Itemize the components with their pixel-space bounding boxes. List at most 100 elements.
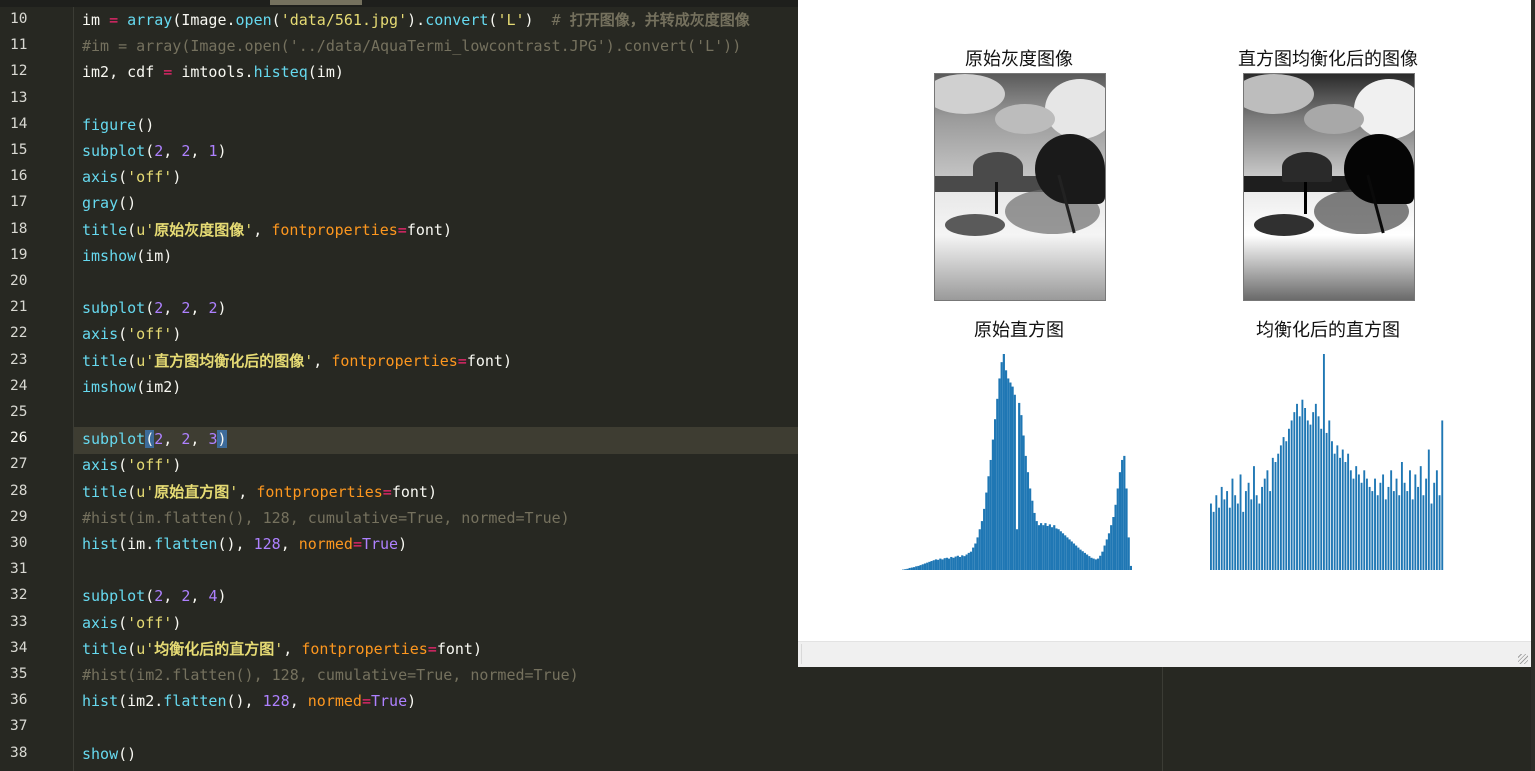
histogram-bar — [1129, 565, 1132, 570]
histogram-bar — [1083, 552, 1086, 570]
code-token: 原始直方图 — [154, 482, 230, 501]
histogram-bar — [1411, 499, 1414, 570]
code-token: ) — [172, 456, 182, 475]
code-token: ) — [407, 692, 417, 711]
code-line[interactable]: axis('off') — [82, 321, 181, 347]
code-token: 128 — [253, 535, 281, 553]
code-token: ' — [274, 639, 284, 658]
code-token: ( — [118, 456, 128, 475]
code-line[interactable]: hist(im2.flatten(), 128, normed=True) — [82, 688, 416, 714]
code-line[interactable]: title(u'原始直方图', fontproperties=font) — [82, 479, 437, 505]
histogram-bar — [1053, 525, 1056, 570]
code-line[interactable]: #hist(im.flatten(), 128, cumulative=True… — [82, 505, 570, 531]
code-line[interactable]: subplot(2, 2, 2) — [82, 295, 227, 321]
code-token: ). — [407, 11, 426, 29]
code-token: () — [136, 115, 155, 134]
histogram-bar — [1371, 491, 1374, 570]
code-line[interactable]: axis('off') — [82, 610, 181, 636]
code-token: ' — [229, 482, 239, 501]
histogram-bar — [1099, 555, 1102, 570]
histogram-bar — [1037, 525, 1040, 570]
code-token: ) — [524, 11, 552, 29]
code-token: histeq — [253, 63, 308, 82]
code-line[interactable]: title(u'原始灰度图像', fontproperties=font) — [82, 217, 452, 243]
histogram-bar — [923, 563, 927, 570]
code-line[interactable]: #hist(im2.flatten(), 128, cumulative=Tru… — [82, 662, 579, 688]
histogram-bar — [972, 547, 975, 570]
code-line[interactable]: im2, cdf = imtools.histeq(im) — [82, 59, 344, 85]
code-token: ( — [271, 11, 281, 29]
matplotlib-figure-window[interactable]: 原始灰度图像 直方图均衡化后的图像 原始直方图 均衡化后的直方图 — [798, 0, 1531, 667]
code-line[interactable]: subplot(2, 2, 4) — [82, 583, 227, 609]
histogram-bar — [1301, 399, 1304, 570]
histogram-bar — [1118, 472, 1122, 570]
line-number: 36 — [10, 692, 28, 709]
code-line[interactable]: show() — [82, 741, 136, 767]
code-line[interactable]: imshow(im) — [82, 243, 172, 269]
code-line[interactable]: gray() — [82, 190, 136, 216]
histogram-bar — [1382, 474, 1385, 570]
status-divider — [801, 644, 802, 664]
editor-tab[interactable] — [270, 0, 362, 5]
code-token: fontproperties — [256, 482, 383, 501]
code-line[interactable]: subplot(2, 2, 3) — [82, 426, 227, 452]
histogram-bar — [1255, 495, 1258, 570]
code-token: = — [457, 351, 467, 370]
histogram-bar — [1422, 495, 1425, 570]
line-number: 28 — [10, 482, 28, 499]
histogram-bar — [980, 521, 984, 570]
histogram-bar — [989, 459, 992, 570]
histogram-bar — [1261, 486, 1263, 570]
line-number: 19 — [10, 246, 28, 263]
histogram-bar — [1048, 524, 1051, 570]
code-token: im — [82, 11, 110, 29]
line-number: 18 — [10, 220, 28, 237]
code-token: imshow — [82, 377, 137, 396]
code-token: axis — [82, 613, 119, 632]
code-token: (), — [226, 692, 263, 711]
code-line[interactable]: axis('off') — [82, 164, 181, 190]
histogram-bar — [969, 551, 973, 570]
code-token: = — [382, 482, 392, 501]
code-line[interactable]: subplot(2, 2, 1) — [82, 138, 227, 164]
histogram-bar — [1218, 507, 1220, 570]
code-line[interactable]: figure() — [82, 112, 154, 138]
histogram-bar — [1368, 486, 1371, 570]
code-token: fontproperties — [271, 220, 398, 239]
line-number: 24 — [10, 377, 28, 394]
code-line[interactable]: #im = array(Image.open('../data/AquaTerm… — [82, 33, 741, 59]
code-line[interactable]: title(u'直方图均衡化后的图像', fontproperties=font… — [82, 348, 512, 374]
histogram-bar — [1400, 462, 1403, 570]
histogram-bar — [1328, 420, 1331, 570]
code-token: 均衡化后的直方图 — [154, 639, 275, 658]
histogram-bar — [1433, 482, 1436, 570]
line-number: 35 — [10, 666, 28, 682]
line-number: 25 — [10, 404, 28, 420]
histogram-bar — [1236, 503, 1239, 570]
code-token: 2 — [154, 587, 164, 606]
histogram-bar — [1274, 462, 1277, 570]
histogram-bar — [1379, 482, 1382, 570]
histogram-bar — [1057, 529, 1060, 570]
histogram-bar — [1298, 416, 1301, 570]
code-token: hist — [82, 535, 119, 553]
histogram-bar — [1022, 435, 1025, 570]
title-equalized-histogram: 均衡化后的直方图 — [1256, 320, 1400, 341]
code-line[interactable]: im = array(Image.open('data/561.jpg').co… — [82, 7, 750, 33]
histogram-bar — [1212, 511, 1215, 570]
code-token: normed — [298, 535, 353, 553]
histogram-bar — [939, 558, 942, 570]
line-number: 38 — [10, 744, 28, 761]
histogram-bar — [1046, 525, 1049, 570]
histogram-bar — [1314, 403, 1317, 570]
code-token: , — [190, 587, 209, 606]
code-line[interactable]: title(u'均衡化后的直方图', fontproperties=font) — [82, 636, 482, 662]
code-line[interactable]: hist(im.flatten(), 128, normed=True) — [82, 531, 407, 557]
title-original-image: 原始灰度图像 — [965, 49, 1073, 70]
line-number: 21 — [10, 299, 28, 316]
code-line[interactable]: imshow(im2) — [82, 374, 181, 400]
resize-grip-icon[interactable] — [1518, 654, 1528, 664]
code-token: , — [190, 142, 209, 160]
code-line[interactable]: axis('off') — [82, 452, 181, 478]
code-token: title — [82, 482, 128, 501]
